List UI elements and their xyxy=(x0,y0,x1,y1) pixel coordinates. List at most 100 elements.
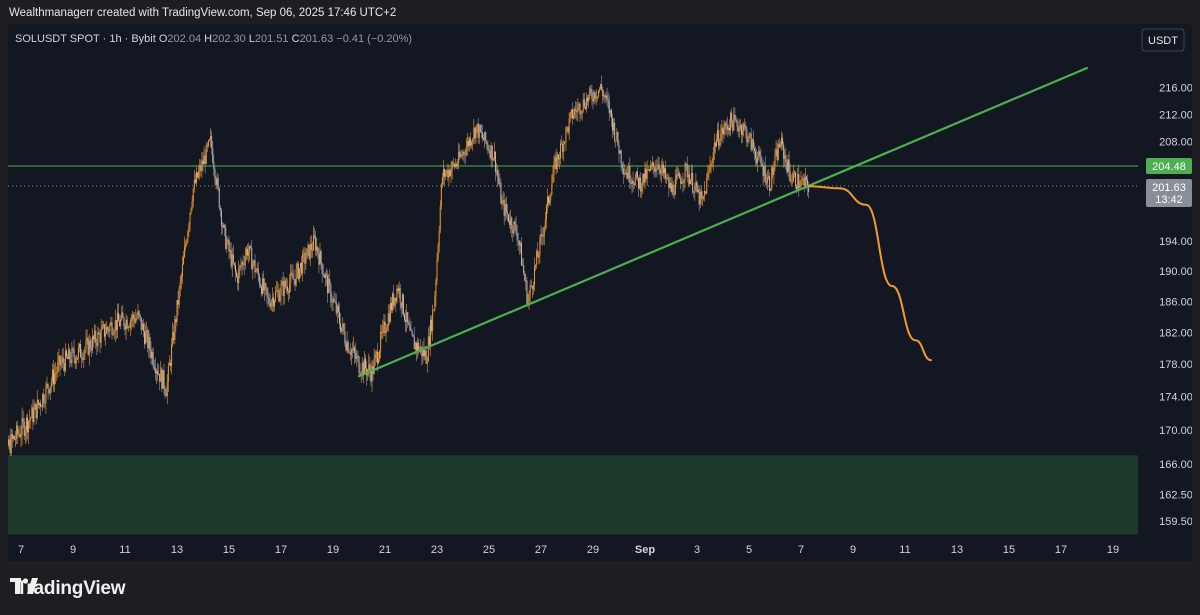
candle xyxy=(652,155,654,171)
candle-body xyxy=(76,356,78,360)
candle xyxy=(51,363,53,387)
candle xyxy=(178,285,180,309)
candle xyxy=(444,167,446,187)
candle-body xyxy=(336,305,338,314)
bar-countdown-label: 13:42 xyxy=(1155,194,1183,206)
candle-body xyxy=(374,354,376,359)
candle-body xyxy=(283,280,285,296)
candle-body xyxy=(517,240,519,242)
candle-body xyxy=(525,280,527,282)
candle xyxy=(57,351,59,379)
candle xyxy=(249,245,251,262)
candle-body xyxy=(368,364,370,370)
candle-body xyxy=(583,99,585,107)
candle xyxy=(726,116,728,137)
legend-open-value: 202.04 xyxy=(167,33,204,45)
candle xyxy=(729,119,730,137)
candle xyxy=(166,373,168,405)
candle xyxy=(519,240,521,254)
chart-panel[interactable]: 216.00 212.00 208.00 194.00 190.00 186.00 182.… xyxy=(8,24,1192,561)
candle-body xyxy=(95,330,97,343)
candle-body xyxy=(328,279,330,294)
candle xyxy=(341,327,343,334)
candle-body xyxy=(629,166,631,183)
candle xyxy=(581,110,583,121)
candle xyxy=(67,352,69,360)
candle-body xyxy=(714,142,716,147)
candle xyxy=(548,195,550,208)
candle-body xyxy=(424,350,426,357)
candle xyxy=(492,157,494,161)
candle-body xyxy=(290,272,292,283)
candle-body xyxy=(735,119,737,121)
candle-body xyxy=(745,126,747,130)
candle xyxy=(270,299,272,311)
candle xyxy=(154,357,156,381)
candle-body xyxy=(250,246,252,249)
candle-body xyxy=(748,133,750,141)
candle-body xyxy=(701,198,703,200)
candle-body xyxy=(655,168,657,172)
candle xyxy=(324,271,326,287)
level-price-label: 204.48 xyxy=(1152,161,1186,173)
ascending-trendline[interactable] xyxy=(357,66,1089,378)
candle xyxy=(121,306,123,321)
currency-button-label[interactable]: USDT xyxy=(1148,35,1178,47)
candle xyxy=(449,168,451,178)
candle-body xyxy=(298,268,300,280)
candle xyxy=(526,276,528,306)
candle xyxy=(71,341,73,368)
candle-body xyxy=(352,349,353,351)
y-tick-label: 182.00 xyxy=(1159,327,1192,339)
candle-body xyxy=(548,196,550,204)
candle-body xyxy=(747,140,749,143)
candle xyxy=(787,154,789,177)
candle-body xyxy=(397,288,399,292)
candle xyxy=(747,136,749,147)
candle-body xyxy=(238,268,240,284)
candle xyxy=(781,131,782,151)
candle-body xyxy=(354,347,356,354)
candle-body xyxy=(237,276,239,284)
candle xyxy=(759,146,761,162)
candle-body xyxy=(213,162,215,170)
candle-body xyxy=(752,139,754,149)
candle-body xyxy=(538,255,540,258)
candle-body xyxy=(45,385,47,404)
candle xyxy=(383,313,385,337)
candle xyxy=(734,107,736,122)
tradingview-logo-icon xyxy=(10,578,38,594)
x-tick-label: 7 xyxy=(18,544,24,556)
candle xyxy=(8,435,10,450)
candle-body xyxy=(668,177,670,188)
price-chart[interactable]: 216.00 212.00 208.00 194.00 190.00 186.00 182.… xyxy=(8,24,1192,561)
candle-body xyxy=(135,318,137,323)
candle-body xyxy=(568,118,570,133)
candle xyxy=(760,148,762,168)
candle-body xyxy=(22,418,24,422)
candle-body xyxy=(720,134,722,144)
candle xyxy=(162,370,164,389)
candle-body xyxy=(796,186,798,190)
candle xyxy=(701,190,703,206)
candle xyxy=(669,176,671,189)
candle xyxy=(163,363,165,396)
candle xyxy=(189,212,191,232)
candle-body xyxy=(145,332,147,344)
candle-body xyxy=(688,174,690,185)
candle-body xyxy=(530,285,532,287)
tradingview-logo[interactable]: TradingView xyxy=(10,578,126,600)
candle-body xyxy=(323,275,325,278)
candle-body xyxy=(775,149,777,156)
projected-path[interactable] xyxy=(807,185,932,362)
candle xyxy=(658,156,660,176)
candle-body xyxy=(395,297,397,302)
candle xyxy=(640,171,642,198)
candle-body xyxy=(565,128,567,143)
candle-body xyxy=(666,177,668,179)
candle xyxy=(587,94,589,106)
candle-body xyxy=(659,169,661,174)
candle-body xyxy=(717,130,719,140)
candle xyxy=(108,326,110,338)
candle-body xyxy=(151,352,153,359)
